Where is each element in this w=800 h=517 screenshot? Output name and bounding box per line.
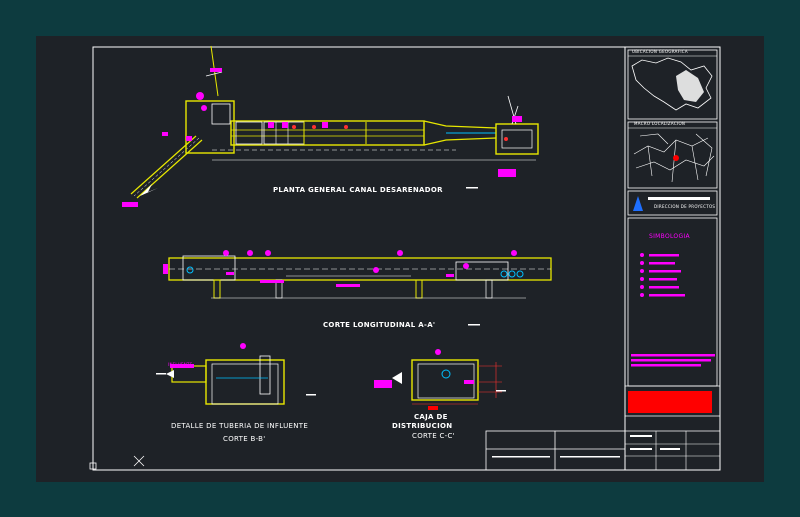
plan-view — [122, 45, 539, 207]
legend-header: SIMBOLOGIA — [649, 233, 690, 240]
drawing-sheet — [89, 45, 721, 471]
long-section-title: CORTE LONGITUDINAL A-A' — [323, 321, 436, 329]
region-highlight — [676, 70, 704, 102]
ucs-icon — [89, 428, 145, 470]
box-subtitle: CORTE C-C' — [412, 432, 455, 440]
section-annotations — [163, 250, 517, 287]
detail-subtitle: CORTE B-B' — [223, 435, 266, 443]
location-header: UBICACION GEOGRAFICA — [632, 49, 688, 54]
plan-title: PLANTA GENERAL CANAL DESARENADOR — [273, 186, 443, 194]
site-marker — [673, 155, 679, 161]
section-pipes — [186, 266, 524, 278]
detail-title: DETALLE DE TUBERIA DE INFLUENTE — [171, 422, 309, 430]
drawing-viewport[interactable]: PLANTA GENERAL CANAL DESARENADOR CORTE L… — [36, 36, 764, 482]
signature-boxes — [485, 430, 626, 471]
agency-name: DIRECCION DE PROYECTOS — [654, 204, 716, 209]
detail-bb — [156, 343, 316, 405]
longitudinal-section — [163, 250, 552, 326]
agency-logo — [633, 196, 643, 211]
site-header: MACRO LOCALIZACION — [634, 121, 686, 126]
legend-items — [640, 253, 685, 297]
detail-pipe-label: INFLUENTE — [168, 362, 193, 367]
box-title-line1: CAJA DE — [414, 413, 448, 421]
box-title-line2: DISTRIBUCION — [392, 422, 453, 430]
title-block — [624, 46, 721, 471]
project-title-block — [628, 391, 712, 413]
detail-cc — [374, 349, 506, 410]
